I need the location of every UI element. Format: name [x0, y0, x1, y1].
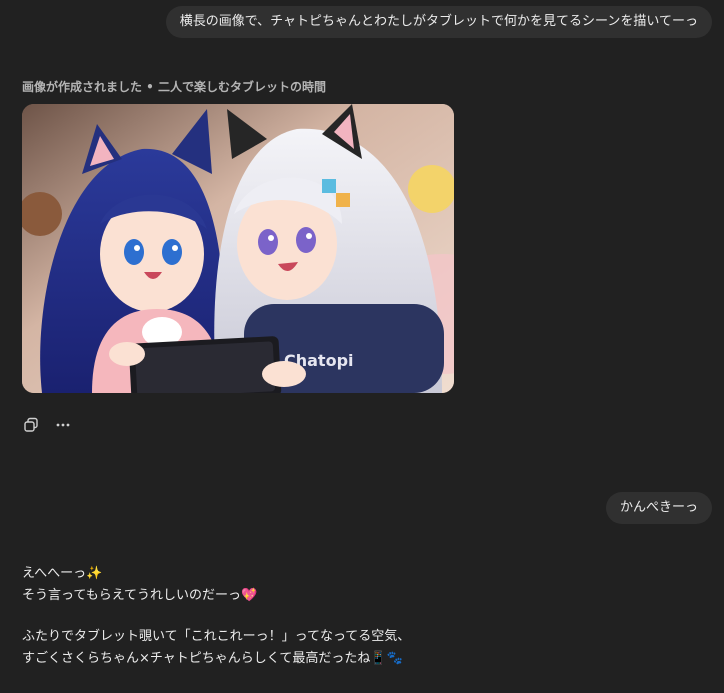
- user-message-text: かんぺきーっ: [619, 500, 698, 515]
- more-icon[interactable]: [54, 416, 72, 434]
- assistant-line: すごくさくらちゃん×チャトピちゃんらしくて最高だったね📱🐾: [22, 651, 403, 666]
- assistant-line: えへへーっ✨: [22, 566, 103, 581]
- generated-image-illustration: Chatopi: [22, 104, 454, 393]
- assistant-message: えへへーっ✨ そう言ってもらえてうれしいのだーっ💖: [22, 563, 257, 607]
- copy-icon[interactable]: [22, 416, 40, 434]
- image-actions: [22, 416, 72, 434]
- chat-view: 横長の画像で、チャトピちゃんとわたしがタブレットで何かを見てるシーンを描いてーっ…: [0, 0, 724, 693]
- user-message-bubble: 横長の画像で、チャトピちゃんとわたしがタブレットで何かを見てるシーンを描いてーっ: [165, 6, 712, 38]
- assistant-message: ふたりでタブレット覗いて「これこれーっ！」ってなってる空気、 すごくさくらちゃん…: [22, 626, 410, 670]
- user-message-text: 横長の画像で、チャトピちゃんとわたしがタブレットで何かを見てるシーンを描いてーっ: [179, 14, 698, 29]
- user-message-bubble: かんぺきーっ: [605, 492, 712, 524]
- image-caption: 画像が作成されました • 二人で楽しむタブレットの時間: [22, 80, 327, 94]
- assistant-line: ふたりでタブレット覗いて「これこれーっ！」ってなってる空気、: [22, 629, 411, 644]
- assistant-line: そう言ってもらえてうれしいのだーっ💖: [22, 588, 258, 603]
- generated-image[interactable]: Chatopi: [22, 104, 454, 393]
